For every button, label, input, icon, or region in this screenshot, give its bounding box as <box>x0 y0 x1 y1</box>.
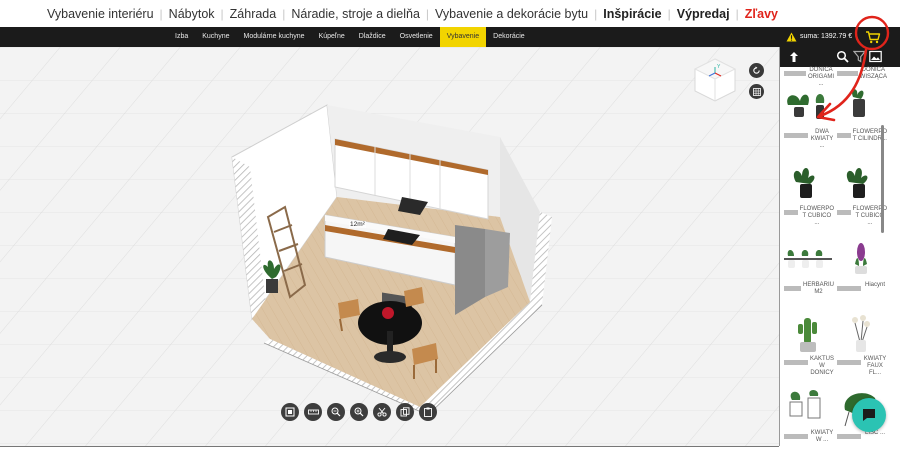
product-name-row: FLOWERPO T CUBICO ... <box>782 206 834 226</box>
category-tab[interactable]: Dlaždice <box>352 27 393 47</box>
product-card[interactable]: DWA KWIATY ... <box>782 85 834 149</box>
product-checkbox[interactable] <box>837 286 861 291</box>
zoom-out-icon <box>331 407 341 417</box>
product-name: HERBARIU M2 <box>802 282 834 295</box>
product-thumbnail <box>782 85 834 129</box>
product-checkbox[interactable] <box>837 360 861 365</box>
category-tab[interactable]: Izba <box>168 27 195 47</box>
scissors-icon <box>377 407 387 417</box>
filter-icon[interactable] <box>853 50 866 63</box>
product-checkbox[interactable] <box>837 434 861 439</box>
product-checkbox[interactable] <box>784 133 808 138</box>
product-name: FLOWERPO T CUBICO ... <box>799 206 834 226</box>
product-name: KAKTUS W DONICY <box>809 356 834 376</box>
nav-link[interactable]: Inšpirácie <box>603 7 661 21</box>
cart-sum: suma: 1392.79 € <box>786 27 852 47</box>
product-name-row: DWA KWIATY ... <box>782 129 834 149</box>
product-checkbox[interactable] <box>784 210 798 215</box>
product-thumbnail <box>782 386 834 430</box>
room-area-label: 12m² <box>349 221 366 228</box>
product-thumbnail <box>782 312 834 356</box>
viewport-bottom-border <box>0 446 779 447</box>
product-checkbox[interactable] <box>837 71 858 76</box>
kitchen-planner-app: Vybavenie interiéru | Nábytok | Záhrada | Nára… <box>0 0 900 450</box>
product-checkbox[interactable] <box>837 133 851 138</box>
nav-link[interactable]: Vybavenie interiéru <box>47 7 154 21</box>
cut-button[interactable] <box>373 403 391 421</box>
search-icon[interactable] <box>836 50 849 63</box>
paste-button[interactable] <box>419 403 437 421</box>
panel-scrollbar-track[interactable] <box>880 67 884 447</box>
product-name-row: KWIATY W ... <box>782 430 834 446</box>
viewport-toolbar <box>281 403 437 421</box>
product-name-row: HERBARIU M2 <box>782 282 834 298</box>
cart-icon <box>866 30 881 43</box>
rotate-reset-button[interactable] <box>749 63 764 78</box>
product-checkbox[interactable] <box>784 434 808 439</box>
zoom-out-button[interactable] <box>327 403 345 421</box>
category-tab[interactable]: Kúpeľne <box>312 27 352 47</box>
paste-icon <box>424 407 432 417</box>
product-name-row: KAKTUS W DONICY <box>782 356 834 376</box>
chat-button[interactable] <box>852 398 886 432</box>
zoom-in-icon <box>354 407 364 417</box>
site-navigation: Vybavenie interiéru | Nábytok | Záhrada | Nára… <box>0 0 900 27</box>
product-card[interactable]: HERBARIU M2 <box>782 238 834 298</box>
frame-icon <box>285 407 295 417</box>
copy-icon <box>400 407 410 417</box>
back-up-icon[interactable] <box>787 50 801 64</box>
product-checkbox[interactable] <box>784 360 808 365</box>
panel-header <box>780 47 900 67</box>
category-tab[interactable]: Osvetlenie <box>393 27 440 47</box>
3d-viewport[interactable]: 12m² Y <box>0 47 779 446</box>
sum-label: suma: 1392.79 € <box>800 33 853 40</box>
product-checkbox[interactable] <box>837 210 851 215</box>
nav-separator: | <box>220 6 224 21</box>
product-checkbox[interactable] <box>784 71 806 76</box>
panel-scrollbar-thumb[interactable] <box>881 125 884 233</box>
nav-link[interactable]: Nábytok <box>169 7 215 21</box>
product-card[interactable]: FLOWERPO T CUBICO ... <box>782 162 834 226</box>
grid-view-icon <box>752 87 761 96</box>
nav-separator: | <box>735 6 739 21</box>
nav-separator: | <box>159 6 163 21</box>
image-icon[interactable] <box>869 50 882 63</box>
product-checkbox[interactable] <box>784 286 801 291</box>
category-tab[interactable]: Dekorácie <box>486 27 532 47</box>
product-thumbnail <box>782 162 834 206</box>
frame-button[interactable] <box>281 403 299 421</box>
product-card[interactable]: KWIATY W ... <box>782 386 834 446</box>
grid-view-button[interactable] <box>749 84 764 99</box>
zoom-in-button[interactable] <box>350 403 368 421</box>
ruler-button[interactable] <box>304 403 322 421</box>
nav-link[interactable]: Výpredaj <box>677 7 730 21</box>
chat-icon <box>863 409 875 421</box>
product-name-row: DONICA ORIGAMI ... <box>782 67 834 87</box>
nav-separator: | <box>282 6 286 21</box>
nav-link[interactable]: Zľavy <box>745 7 778 21</box>
rotate-reset-icon <box>753 66 760 74</box>
warning-icon <box>786 32 797 42</box>
nav-link[interactable]: Záhrada <box>230 7 277 21</box>
product-name: DWA KWIATY ... <box>810 129 834 149</box>
category-bar: Izba Kuchyne Modulárne kuchyne Kúpeľne Dlažd… <box>0 27 900 47</box>
ruler-icon <box>307 409 319 415</box>
category-tab[interactable]: Kuchyne <box>195 27 236 47</box>
category-tab[interactable]: Vybavenie <box>439 27 487 47</box>
nav-link[interactable]: Náradie, stroje a dielňa <box>291 7 420 21</box>
room-scene <box>0 47 779 446</box>
product-card[interactable]: DONICA ORIGAMI ... <box>782 67 834 87</box>
nav-separator: | <box>667 6 671 21</box>
product-thumbnail <box>782 238 834 282</box>
category-tab[interactable]: Modulárne kuchyne <box>236 27 311 47</box>
nav-link[interactable]: Vybavenie a dekorácie bytu <box>435 7 588 21</box>
product-name: KWIATY W ... <box>810 430 834 443</box>
copy-button[interactable] <box>396 403 414 421</box>
nav-separator: | <box>594 6 598 21</box>
cart-button[interactable] <box>858 27 888 47</box>
view-cube[interactable]: Y <box>692 57 738 103</box>
category-tabs: Izba Kuchyne Modulárne kuchyne Kúpeľne Dlažd… <box>168 27 532 47</box>
nav-separator: | <box>425 6 430 21</box>
product-card[interactable]: KAKTUS W DONICY <box>782 312 834 376</box>
